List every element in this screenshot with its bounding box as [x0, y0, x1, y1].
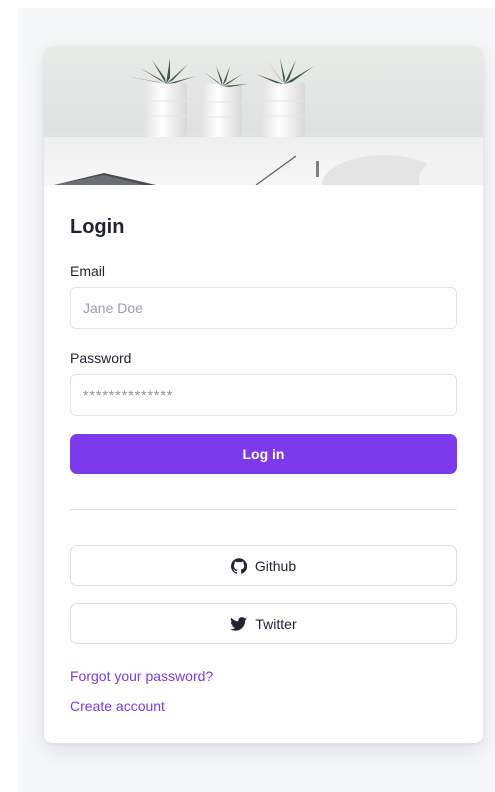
- email-label: Email: [70, 263, 106, 279]
- email-field[interactable]: [70, 287, 457, 329]
- twitter-icon: [230, 616, 248, 631]
- github-button-label: Github: [254, 557, 297, 574]
- login-button[interactable]: Log in: [70, 434, 457, 474]
- hero-image: [44, 46, 483, 185]
- password-label: Password: [70, 350, 132, 366]
- password-field[interactable]: [70, 374, 457, 416]
- create-account-link[interactable]: Create account: [70, 698, 165, 714]
- twitter-button-label: Twitter: [255, 615, 297, 632]
- login-card: Login Email Password Log in Github Twitt…: [44, 46, 483, 743]
- twitter-button[interactable]: Twitter: [70, 603, 457, 644]
- github-button[interactable]: Github: [70, 545, 457, 586]
- page-title: Login: [70, 216, 125, 238]
- divider: [70, 509, 457, 510]
- forgot-password-link[interactable]: Forgot your password?: [70, 668, 213, 684]
- github-icon: [230, 557, 247, 574]
